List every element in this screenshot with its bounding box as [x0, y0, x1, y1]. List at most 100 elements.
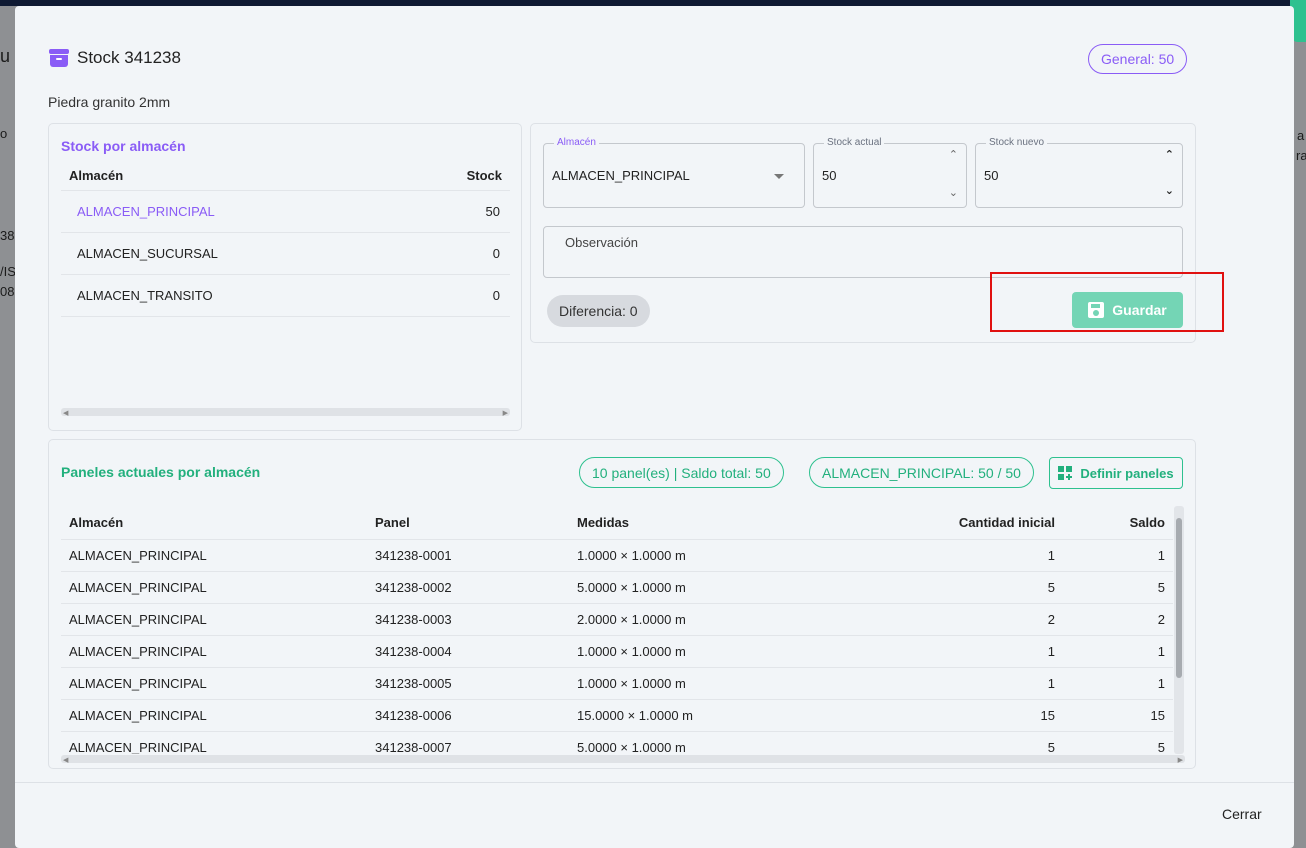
cell-cantidad: 1	[829, 667, 1063, 700]
column-header-almacen: Almacén	[69, 168, 124, 183]
cell-panel: 341238-0003	[367, 603, 569, 636]
stock-by-warehouse-card: Stock por almacén Almacén Stock ALMACEN_…	[48, 123, 522, 431]
table-row: ALMACEN_PRINCIPAL 341238-0005 1.0000 × 1…	[61, 667, 1173, 700]
observation-field[interactable]: Observación	[543, 226, 1183, 278]
cell-panel: 341238-0001	[367, 539, 569, 572]
stock-modal: Stock 341238 General: 50 Piedra granito …	[15, 6, 1294, 848]
cell-saldo: 1	[1063, 635, 1173, 668]
cell-saldo: 5	[1063, 731, 1173, 754]
panels-table-horizontal-scrollbar[interactable]: ◀ ▶	[61, 755, 1185, 764]
cell-almacen: ALMACEN_PRINCIPAL	[61, 635, 367, 668]
background-fragment: 08	[0, 284, 15, 299]
stock-actual-field[interactable]: Stock actual 50 ⌃ ⌄	[813, 137, 967, 208]
close-button[interactable]: Cerrar	[1222, 806, 1262, 822]
warehouse-select-value: ALMACEN_PRINCIPAL	[552, 168, 690, 183]
cell-almacen: ALMACEN_PRINCIPAL	[61, 539, 367, 572]
table-row: ALMACEN_PRINCIPAL 341238-0002 5.0000 × 1…	[61, 571, 1173, 604]
table-row: ALMACEN_PRINCIPAL 341238-0004 1.0000 × 1…	[61, 635, 1173, 668]
stock-nuevo-value: 50	[984, 168, 999, 183]
panels-table-header: Almacén Panel Medidas Cantidad inicial S…	[61, 506, 1173, 540]
stock-nuevo-field[interactable]: Stock nuevo 50 ⌃ ⌄	[975, 137, 1183, 208]
cell-panel: 341238-0004	[367, 635, 569, 668]
cell-medidas: 15.0000 × 1.0000 m	[569, 699, 829, 732]
define-panels-button[interactable]: Definir paneles	[1049, 457, 1183, 489]
cell-cantidad: 5	[829, 731, 1063, 754]
warehouse-balance-badge: ALMACEN_PRINCIPAL: 50 / 50	[809, 457, 1034, 488]
background-fragment: o	[0, 126, 8, 141]
save-button-highlight	[990, 272, 1224, 332]
table-row: ALMACEN_PRINCIPAL 341238-0003 2.0000 × 1…	[61, 603, 1173, 636]
caret-down-icon	[774, 174, 784, 179]
archive-icon	[49, 48, 69, 68]
cell-medidas: 1.0000 × 1.0000 m	[569, 635, 829, 668]
cell-saldo: 2	[1063, 603, 1173, 636]
cell-cantidad: 15	[829, 699, 1063, 732]
product-description: Piedra granito 2mm	[48, 94, 171, 110]
cell-almacen: ALMACEN_PRINCIPAL	[61, 699, 367, 732]
stock-actual-value: 50	[822, 168, 837, 183]
warehouse-stock: 0	[492, 288, 500, 303]
stock-table-horizontal-scrollbar[interactable]: ◀ ▶	[61, 408, 510, 417]
column-header-stock: Stock	[466, 168, 502, 183]
column-header-cantidad-inicial: Cantidad inicial	[829, 506, 1063, 540]
cell-cantidad: 1	[829, 539, 1063, 572]
warehouse-select-label: Almacén	[554, 137, 599, 148]
table-row: ALMACEN_PRINCIPAL 341238-0007 5.0000 × 1…	[61, 731, 1173, 754]
stock-row-sucursal[interactable]: ALMACEN_SUCURSAL 0	[61, 233, 510, 275]
cell-medidas: 5.0000 × 1.0000 m	[569, 571, 829, 604]
stock-table-header: Almacén Stock	[61, 164, 510, 191]
chevron-down-icon[interactable]: ⌄	[1165, 184, 1174, 197]
cell-saldo: 1	[1063, 539, 1173, 572]
scrollbar-thumb[interactable]	[1176, 518, 1182, 678]
cell-cantidad: 2	[829, 603, 1063, 636]
modal-header: Stock 341238	[49, 48, 181, 68]
observation-label: Observación	[565, 235, 638, 250]
cell-almacen: ALMACEN_PRINCIPAL	[61, 667, 367, 700]
cell-saldo: 15	[1063, 699, 1173, 732]
background-fragment: /IS	[0, 264, 16, 279]
cell-cantidad: 5	[829, 571, 1063, 604]
warehouse-name: ALMACEN_TRANSITO	[77, 288, 213, 303]
panels-summary-badge: 10 panel(es) | Saldo total: 50	[579, 457, 784, 488]
cell-almacen: ALMACEN_PRINCIPAL	[61, 603, 367, 636]
table-row: ALMACEN_PRINCIPAL 341238-0001 1.0000 × 1…	[61, 539, 1173, 572]
stock-actual-label: Stock actual	[824, 137, 885, 148]
general-stock-badge: General: 50	[1088, 44, 1188, 74]
cell-cantidad: 1	[829, 635, 1063, 668]
cell-saldo: 1	[1063, 667, 1173, 700]
column-header-almacen: Almacén	[61, 506, 367, 540]
panels-table: Almacén Panel Medidas Cantidad inicial S…	[61, 506, 1173, 754]
background-fragment: ra	[1296, 148, 1306, 163]
panels-card: Paneles actuales por almacén 10 panel(es…	[48, 439, 1196, 769]
difference-badge: Diferencia: 0	[547, 295, 650, 327]
cell-almacen: ALMACEN_PRINCIPAL	[61, 571, 367, 604]
column-header-saldo: Saldo	[1063, 506, 1173, 540]
stock-row-transito[interactable]: ALMACEN_TRANSITO 0	[61, 275, 510, 317]
stock-nuevo-label: Stock nuevo	[986, 137, 1048, 148]
background-fragment: u	[0, 46, 11, 66]
warehouse-stock: 50	[485, 204, 500, 219]
stock-by-warehouse-title: Stock por almacén	[61, 138, 186, 154]
cell-panel: 341238-0007	[367, 731, 569, 754]
table-row: ALMACEN_PRINCIPAL 341238-0006 15.0000 × …	[61, 699, 1173, 732]
warehouse-stock: 0	[492, 246, 500, 261]
column-header-panel: Panel	[367, 506, 569, 540]
column-header-medidas: Medidas	[569, 506, 829, 540]
warehouse-select[interactable]: Almacén ALMACEN_PRINCIPAL	[543, 137, 805, 208]
panels-table-vertical-scrollbar[interactable]	[1174, 506, 1184, 754]
cell-almacen: ALMACEN_PRINCIPAL	[61, 731, 367, 754]
cell-medidas: 1.0000 × 1.0000 m	[569, 667, 829, 700]
cell-panel: 341238-0005	[367, 667, 569, 700]
background-fragment: a	[1297, 128, 1305, 143]
chevron-up-icon[interactable]: ⌃	[949, 148, 958, 161]
warehouse-name: ALMACEN_PRINCIPAL	[77, 204, 215, 219]
chevron-up-icon[interactable]: ⌃	[1165, 148, 1174, 161]
cell-panel: 341238-0006	[367, 699, 569, 732]
chevron-down-icon[interactable]: ⌄	[949, 186, 958, 199]
grid-add-icon	[1058, 466, 1073, 480]
stock-table: Almacén Stock ALMACEN_PRINCIPAL 50 ALMAC…	[61, 164, 510, 317]
stock-row-principal[interactable]: ALMACEN_PRINCIPAL 50	[61, 191, 510, 233]
background-fragment: 38	[0, 228, 15, 243]
cell-medidas: 5.0000 × 1.0000 m	[569, 731, 829, 754]
panels-title: Paneles actuales por almacén	[61, 464, 261, 480]
